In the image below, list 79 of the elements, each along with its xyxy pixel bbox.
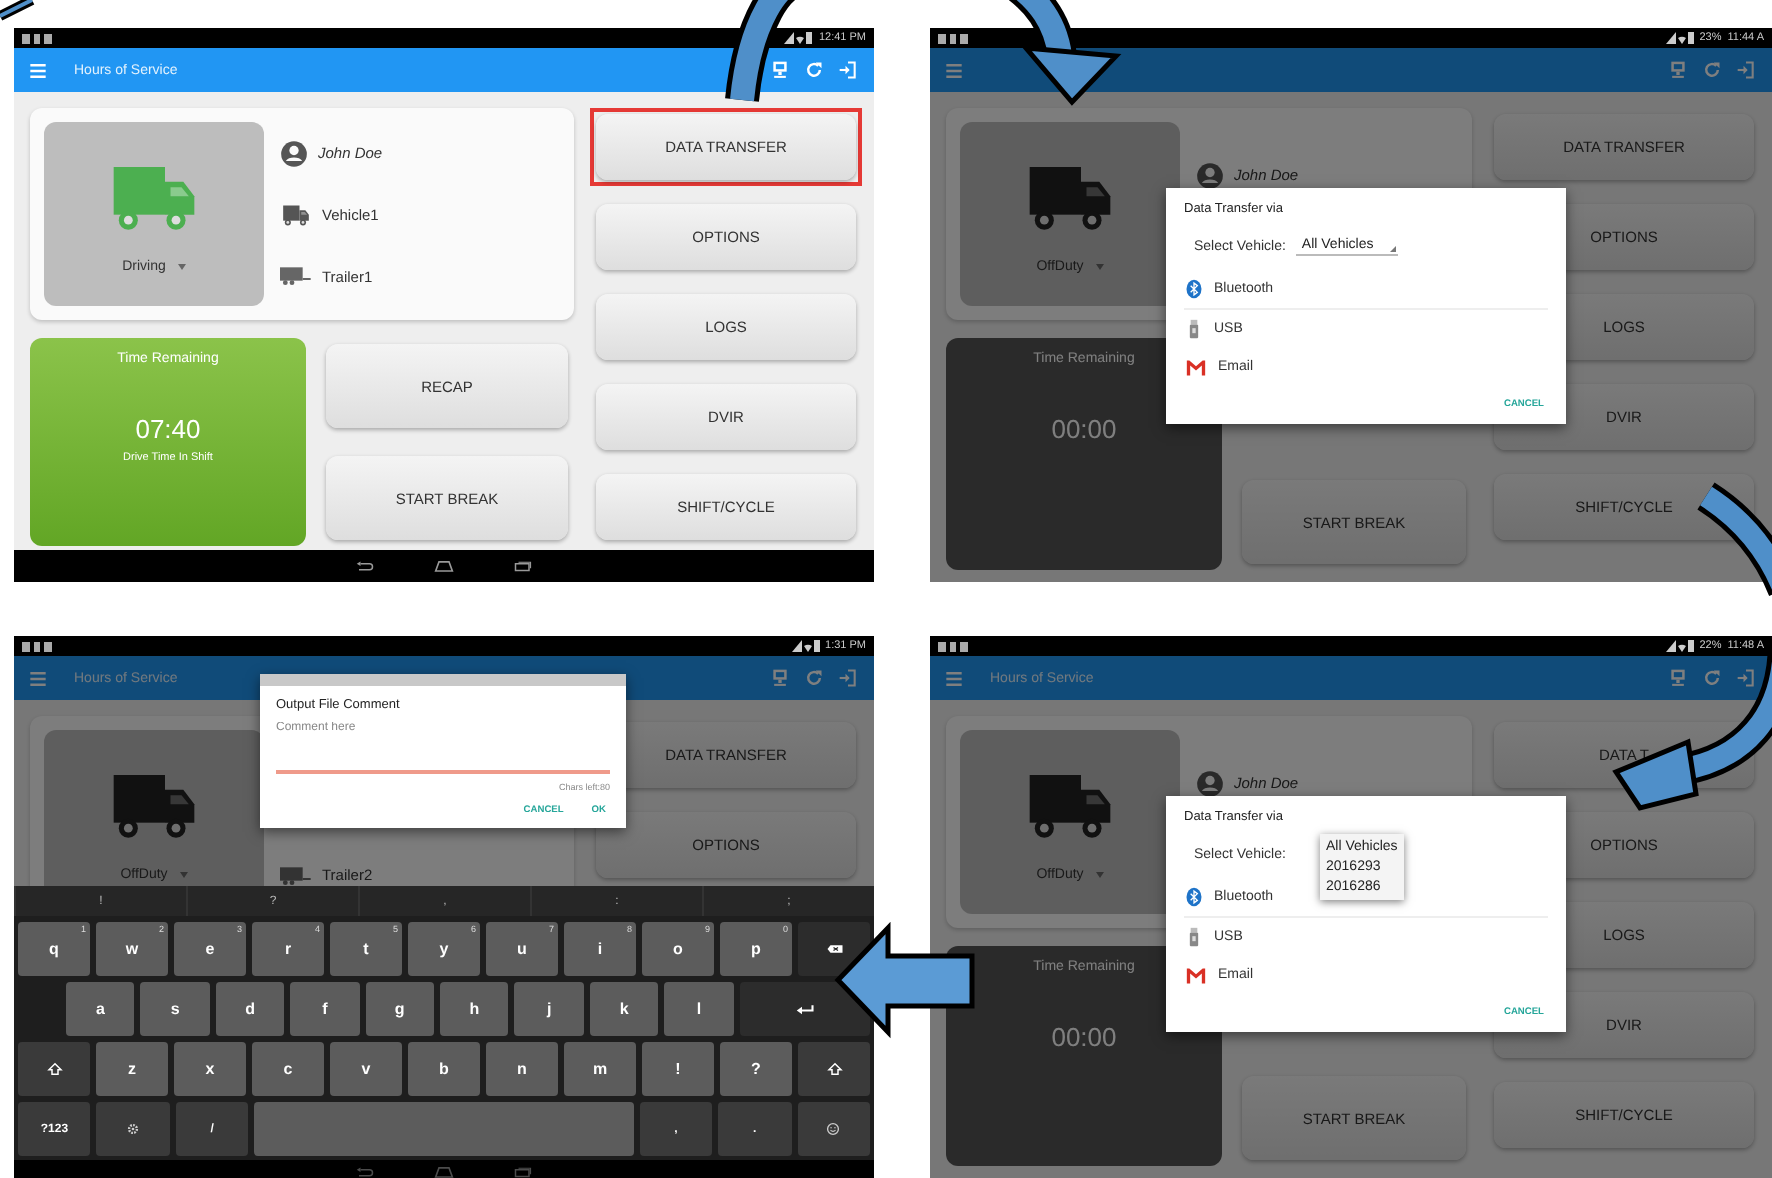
status-icons-drawing bbox=[938, 641, 970, 651]
caret-icon bbox=[177, 263, 186, 269]
shift-icon bbox=[45, 1062, 63, 1076]
keyboard-key[interactable]: a bbox=[66, 982, 135, 1036]
logout-icon bbox=[1736, 668, 1756, 688]
keyboard-key[interactable]: n bbox=[486, 1042, 558, 1096]
caret-icon bbox=[1095, 871, 1104, 877]
block-arrow bbox=[834, 921, 975, 1039]
keyboard-key[interactable]: s bbox=[140, 982, 210, 1036]
recents-icon bbox=[514, 1166, 532, 1178]
keyboard-key[interactable]: m bbox=[564, 1042, 636, 1096]
person-icon bbox=[280, 139, 308, 168]
time-value: 07:40 bbox=[135, 414, 201, 444]
back-icon bbox=[356, 560, 374, 572]
time-value: 00:00 bbox=[1051, 414, 1117, 444]
logout-icon bbox=[1736, 60, 1756, 80]
status-icons-drawing bbox=[938, 33, 970, 43]
email-icon bbox=[1184, 357, 1208, 377]
time-value: 00:00 bbox=[1051, 1022, 1117, 1052]
keyboard-key[interactable]: l bbox=[664, 982, 734, 1036]
signal-battery-drawing bbox=[784, 32, 813, 44]
enter-key[interactable] bbox=[739, 982, 871, 1036]
truck-icon bbox=[280, 201, 312, 230]
trailer-icon bbox=[280, 863, 312, 888]
caret-icon bbox=[1095, 263, 1104, 269]
shift-icon bbox=[825, 1062, 843, 1076]
menu-button[interactable] bbox=[30, 671, 46, 685]
menu-button[interactable] bbox=[30, 63, 46, 77]
signal-battery-drawing bbox=[1665, 640, 1694, 652]
refresh-icon bbox=[1702, 60, 1722, 80]
keyboard-key[interactable]: d bbox=[215, 982, 285, 1036]
signal-battery-drawing bbox=[1665, 32, 1694, 44]
keyboard-key[interactable]: g bbox=[365, 982, 435, 1036]
keyboard-key[interactable]: f bbox=[290, 982, 360, 1036]
status-icons-drawing bbox=[22, 641, 54, 651]
recents-icon bbox=[514, 560, 532, 572]
keyboard-key[interactable]: z bbox=[96, 1042, 168, 1096]
keyboard-key[interactable]: b bbox=[408, 1042, 480, 1096]
menu-icon bbox=[946, 63, 962, 77]
monitor-icon bbox=[770, 60, 790, 80]
home-icon bbox=[434, 560, 454, 572]
refresh-icon bbox=[1702, 668, 1722, 688]
status-icons-drawing bbox=[22, 33, 54, 43]
emoji-key[interactable] bbox=[797, 1102, 870, 1156]
keyboard-key[interactable]: k bbox=[589, 982, 659, 1036]
menu-button[interactable] bbox=[946, 63, 962, 77]
keyboard-key[interactable]: ? bbox=[720, 1042, 792, 1096]
backspace-icon bbox=[825, 942, 843, 956]
caret-icon bbox=[179, 871, 188, 877]
keyboard-key[interactable]: j bbox=[514, 982, 584, 1036]
refresh-icon bbox=[804, 668, 824, 688]
bluetooth-icon bbox=[1184, 886, 1204, 908]
keyboard-key[interactable]: h bbox=[440, 982, 509, 1036]
curved-arrow bbox=[0, 0, 35, 21]
logout-icon bbox=[838, 668, 858, 688]
keyboard-key[interactable]: ! bbox=[642, 1042, 714, 1096]
monitor-icon bbox=[770, 668, 790, 688]
monitor-icon bbox=[1668, 60, 1688, 80]
signal-battery-drawing bbox=[791, 640, 820, 652]
usb-icon bbox=[1184, 926, 1204, 948]
bluetooth-icon bbox=[1184, 278, 1204, 300]
keyboard-key[interactable]: x bbox=[174, 1042, 246, 1096]
home-icon bbox=[434, 1166, 454, 1178]
monitor-icon bbox=[1668, 668, 1688, 688]
menu-button[interactable] bbox=[946, 671, 962, 685]
refresh-icon bbox=[804, 60, 824, 80]
menu-icon bbox=[30, 671, 46, 685]
logout-icon bbox=[838, 60, 858, 80]
menu-icon bbox=[30, 63, 46, 77]
email-icon bbox=[1184, 965, 1208, 985]
gear-icon bbox=[124, 1122, 143, 1136]
trailer-icon bbox=[280, 264, 312, 289]
back-icon bbox=[356, 1166, 374, 1178]
usb-icon bbox=[1184, 318, 1204, 340]
keyboard-key[interactable]: c bbox=[252, 1042, 324, 1096]
menu-icon bbox=[946, 671, 962, 685]
smiley-icon bbox=[824, 1122, 843, 1136]
keyboard-key[interactable]: v bbox=[330, 1042, 402, 1096]
enter-icon bbox=[795, 1002, 814, 1016]
